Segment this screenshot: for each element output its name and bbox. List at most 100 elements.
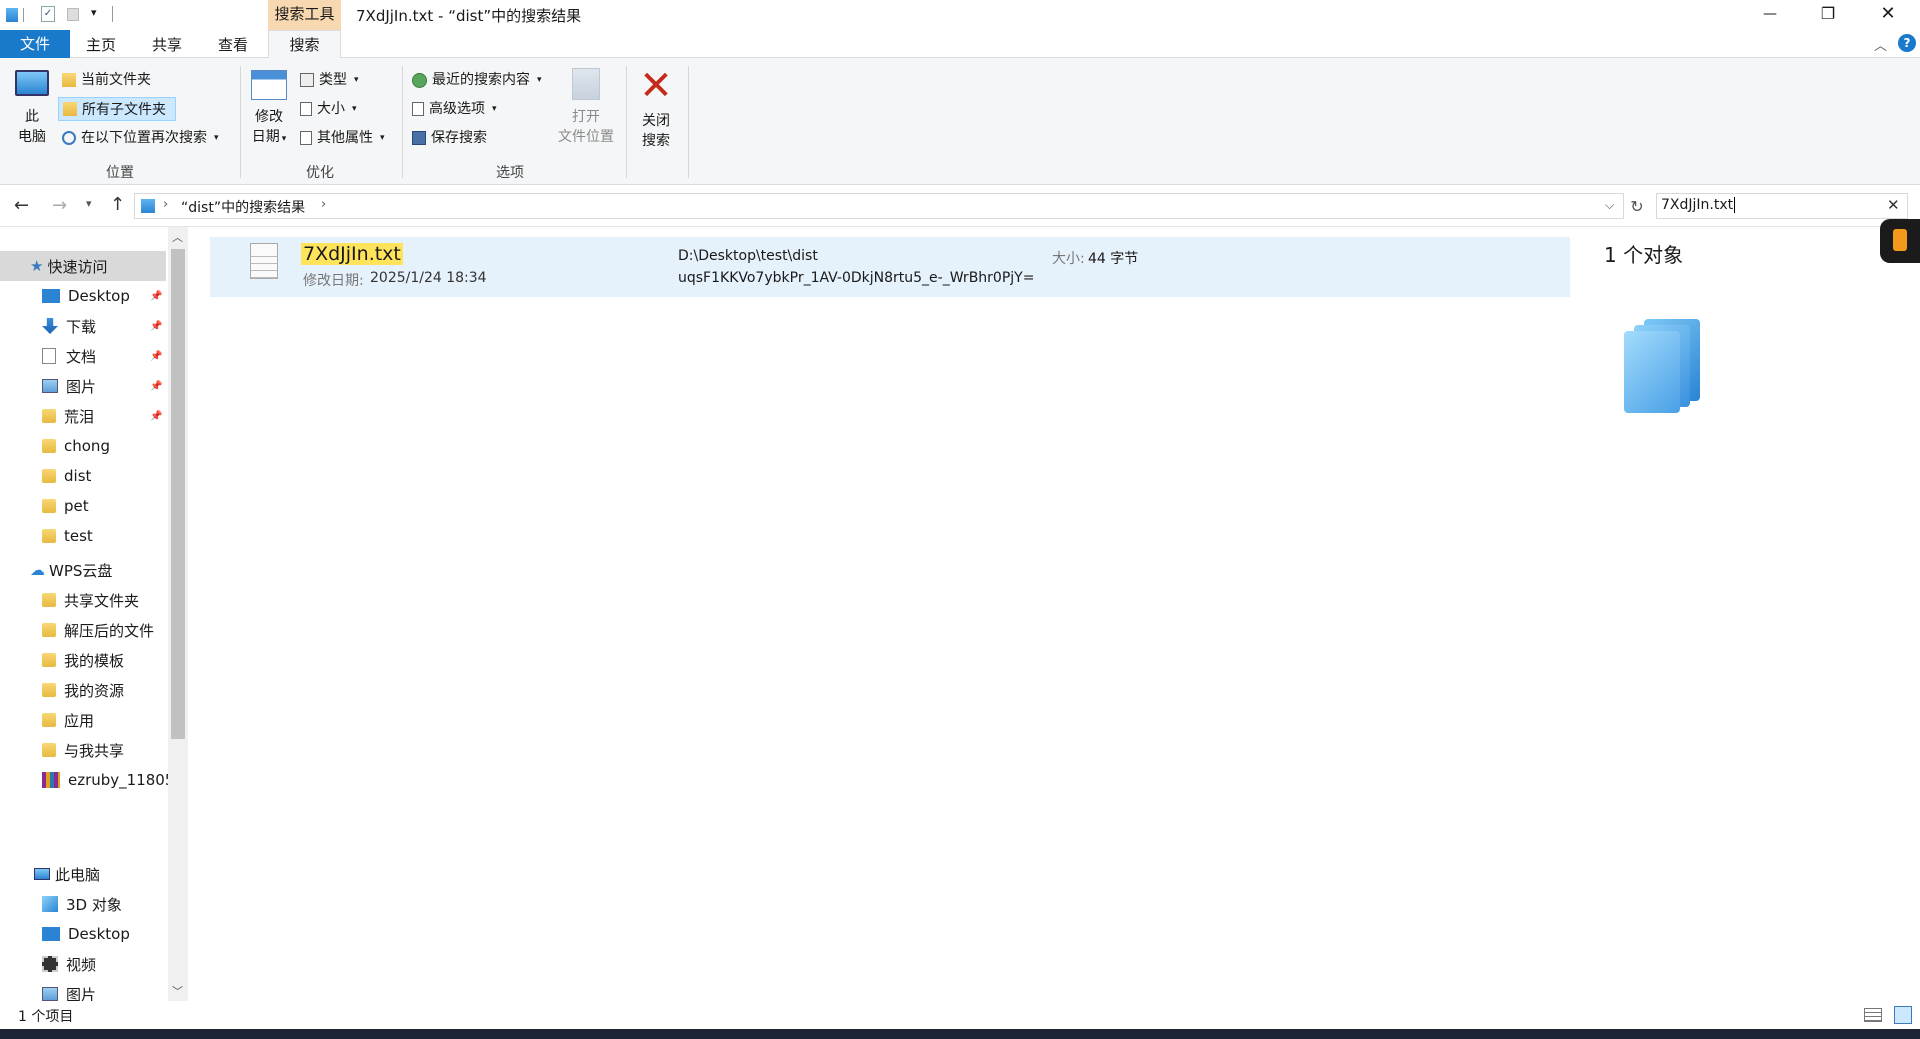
tab-view[interactable]: 查看 <box>204 32 262 58</box>
date-modified-button[interactable]: 修改 日期 ▾ <box>248 66 290 156</box>
properties-icon[interactable]: ✓ <box>41 6 55 22</box>
other-properties-label: 其他属性 <box>317 130 373 146</box>
date-modified-label-2-text: 日期 <box>251 129 280 145</box>
file-list: 7XdJjIn.txt 修改日期: 2025/1/24 18:34 D:\Des… <box>190 227 1570 1001</box>
tab-file[interactable]: 文件 <box>0 30 70 58</box>
pc-item[interactable]: Desktop <box>0 919 168 949</box>
pc-item[interactable]: 3D 对象 <box>0 889 168 919</box>
wps-item[interactable]: 我的资源 <box>0 675 168 705</box>
wps-label: 与我共享 <box>64 741 125 760</box>
wps-item[interactable]: ezruby_11805 <box>0 765 168 795</box>
forward-arrow-icon[interactable]: → <box>52 195 67 216</box>
customize-toolbar-chevron-icon[interactable]: ▾ <box>91 6 97 19</box>
title-separator <box>112 6 113 22</box>
pc-item[interactable]: 视频 <box>0 949 168 979</box>
quick-access-row[interactable]: ★ 快速访问 <box>0 251 166 281</box>
wps-item[interactable]: 与我共享 <box>0 735 168 765</box>
this-pc-button[interactable]: 此 电脑 <box>10 66 54 156</box>
quick-item[interactable]: 下载 📌 <box>0 311 168 341</box>
size-button[interactable]: 大小 ▾ <box>300 100 357 118</box>
tab-home[interactable]: 主页 <box>72 32 130 58</box>
folder-icon <box>62 73 76 87</box>
restore-button[interactable]: ❐ <box>1810 0 1846 30</box>
wps-cloud-row[interactable]: ☁ WPS云盘 <box>0 555 166 585</box>
quick-item[interactable]: test <box>0 521 168 551</box>
size-label: 大小 <box>317 101 345 117</box>
search-again-in-button[interactable]: 在以下位置再次搜索 ▾ <box>62 129 219 147</box>
address-box[interactable]: › “dist”中的搜索结果 › ⌵ <box>134 193 1624 219</box>
result-size-label: 大小: <box>1052 251 1085 267</box>
recent-searches-button[interactable]: 最近的搜索内容 ▾ <box>412 71 542 89</box>
tab-search[interactable]: 搜索 <box>268 30 341 59</box>
recent-locations-chevron-icon[interactable]: ▾ <box>86 197 92 210</box>
details-view-icon[interactable] <box>1864 1008 1882 1022</box>
breadcrumb-chevron-icon: › <box>163 197 169 212</box>
quick-item[interactable]: pet <box>0 491 168 521</box>
quick-item[interactable]: 文档 📌 <box>0 341 168 371</box>
advanced-options-button[interactable]: 高级选项 ▾ <box>412 100 497 118</box>
kind-button[interactable]: 类型 ▾ <box>300 71 359 89</box>
other-properties-button[interactable]: 其他属性 ▾ <box>300 129 385 147</box>
save-search-button[interactable]: 保存搜索 <box>412 129 487 147</box>
this-pc-nav-label: 此电脑 <box>55 865 101 884</box>
breadcrumb-end-chevron-icon[interactable]: › <box>321 197 326 212</box>
location-group-label: 位置 <box>106 165 134 181</box>
collapse-ribbon-chevron-icon[interactable]: ︿ <box>1874 35 1887 54</box>
folder-icon <box>42 409 56 423</box>
wps-item[interactable]: 应用 <box>0 705 168 735</box>
result-row[interactable]: 7XdJjIn.txt 修改日期: 2025/1/24 18:34 D:\Des… <box>210 237 1570 297</box>
title-bar: ✓ ▾ 搜索工具 7XdJjIn.txt - “dist”中的搜索结果 — ❐ … <box>0 0 1920 30</box>
save-search-label: 保存搜索 <box>431 130 487 146</box>
open-location-icon <box>572 68 600 100</box>
wps-item[interactable]: 解压后的文件 <box>0 615 168 645</box>
details-pane: 1 个对象 <box>1572 219 1920 1001</box>
new-folder-icon[interactable] <box>67 8 79 21</box>
quick-item[interactable]: dist <box>0 461 168 491</box>
quick-item[interactable]: Desktop 📌 <box>0 281 168 311</box>
wps-item[interactable]: 我的模板 <box>0 645 168 675</box>
app-icon <box>6 8 18 22</box>
this-pc-row[interactable]: 此电脑 <box>0 859 166 889</box>
scrollbar-thumb[interactable] <box>171 249 185 739</box>
search-input[interactable]: 7XdJjIn.txt <box>1661 197 1736 213</box>
up-arrow-icon[interactable]: ↑ <box>110 194 125 215</box>
status-bar: 1 个项目 <box>0 1001 1920 1029</box>
scroll-up-arrow-icon[interactable]: ︿ <box>172 229 183 245</box>
floating-widget[interactable] <box>1880 219 1920 263</box>
wps-label: 共享文件夹 <box>64 591 140 610</box>
breadcrumb-path[interactable]: “dist”中的搜索结果 <box>181 197 305 217</box>
clear-search-icon[interactable]: ✕ <box>1887 196 1900 214</box>
recent-searches-label: 最近的搜索内容 <box>432 72 530 88</box>
result-filename[interactable]: 7XdJjIn.txt <box>301 243 403 265</box>
current-folder-button[interactable]: 当前文件夹 <box>62 71 151 89</box>
close-window-button[interactable]: ✕ <box>1870 0 1906 30</box>
quick-item[interactable]: chong <box>0 431 168 461</box>
address-dropdown-icon[interactable]: ⌵ <box>1605 198 1614 213</box>
back-arrow-icon[interactable]: ← <box>14 195 29 216</box>
search-location-icon <box>141 199 155 213</box>
wps-label: 我的模板 <box>64 651 125 670</box>
computer-icon <box>15 70 49 96</box>
nav-scrollbar[interactable]: ︿ ﹀ <box>168 227 188 1001</box>
refresh-icon[interactable]: ↻ <box>1624 194 1650 220</box>
date-modified-dropdown-icon: ▾ <box>281 134 287 144</box>
wps-item[interactable]: 共享文件夹 <box>0 585 168 615</box>
tab-share[interactable]: 共享 <box>138 32 196 58</box>
close-search-button[interactable]: ✕ 关闭 搜索 <box>634 66 678 156</box>
large-icons-view-icon[interactable] <box>1894 1006 1912 1024</box>
minimize-button[interactable]: — <box>1752 0 1788 30</box>
kind-dropdown-icon: ▾ <box>354 75 359 85</box>
advanced-options-label: 高级选项 <box>429 101 485 117</box>
open-file-location-button[interactable]: 打开 文件位置 <box>550 66 622 156</box>
pc-item[interactable]: 图片 <box>0 979 168 1001</box>
this-pc-label-1: 此 <box>25 109 39 125</box>
help-icon[interactable]: ? <box>1898 34 1916 52</box>
search-box[interactable]: 7XdJjIn.txt ✕ <box>1656 193 1908 219</box>
quick-label: test <box>64 527 93 545</box>
quick-item[interactable]: 荒泪 📌 <box>0 401 168 431</box>
kind-icon <box>300 73 314 87</box>
all-subfolders-button[interactable]: 所有子文件夹 <box>58 97 176 121</box>
scroll-down-arrow-icon[interactable]: ﹀ <box>172 983 183 999</box>
quick-item[interactable]: 图片 📌 <box>0 371 168 401</box>
folder-icon <box>42 469 56 483</box>
